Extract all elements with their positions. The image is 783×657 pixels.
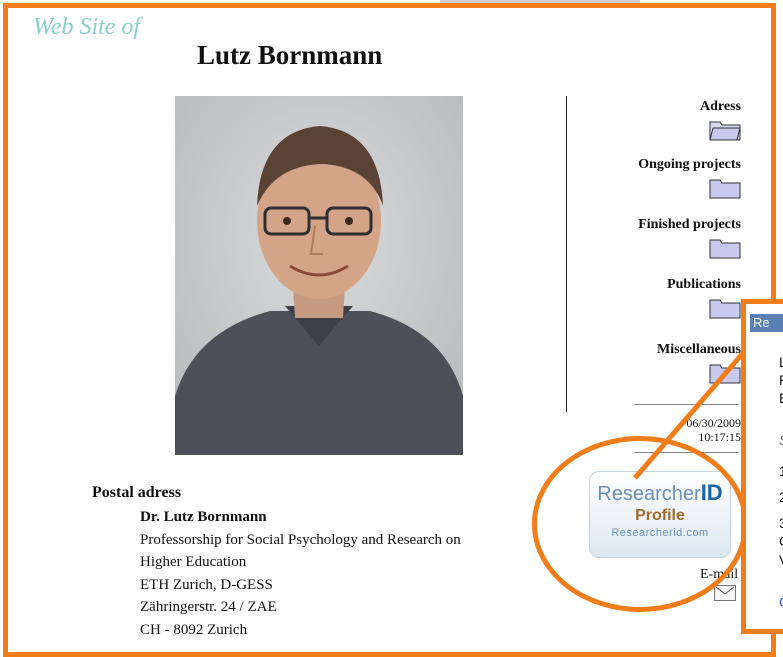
postal-heading: Postal adress [92,484,182,501]
callout-line: L [779,354,783,370]
address-line: Professorship for Social Psychology and … [140,531,461,548]
callout-line: C [779,533,783,549]
email-icon[interactable] [714,585,736,601]
nav-item-finished-projects[interactable]: Finished projects [638,217,741,259]
callout-line: 2 [779,489,783,505]
site-label: Web Site of [33,14,141,40]
callout-header: Re [750,314,783,332]
folder-icon [709,239,741,259]
folder-icon [709,179,741,199]
postal-address: Dr. Lutz Bornmann Professorship for Soci… [140,506,461,641]
callout-line: P [779,372,783,388]
callout-line: 3 [779,515,783,531]
envelope-icon [715,586,735,595]
zoom-callout: Re L P E S 1 2 3 C V G [741,299,783,634]
callout-link[interactable]: G [779,594,783,610]
callout-line: S [779,432,783,448]
address-line: CH - 8092 Zurich [140,621,248,638]
nav-item-label: Finished projects [638,217,741,232]
nav-item-label: Ongoing projects [638,157,741,172]
portrait-image [175,96,463,455]
nav-item-label: Publications [667,277,741,292]
callout-line: V [779,552,783,568]
nav-item-ongoing-projects[interactable]: Ongoing projects [638,157,741,199]
profile-photo [175,96,463,455]
nav-item-adress[interactable]: Adress [700,99,741,141]
callout-line: E [779,390,783,406]
page-title: Lutz Bornmann [197,40,383,70]
divider-vertical [566,96,567,412]
address-line: Zähringerstr. 24 / ZAE [140,599,277,615]
callout-line: 1 [779,463,783,479]
address-line: Higher Education [140,554,247,570]
callout-header-text: Re [753,315,770,330]
postal-name: Dr. Lutz Bornmann [140,509,267,525]
folder-open-icon [709,121,741,141]
address-line: ETH Zurich, D-GESS [140,576,273,593]
nav-item-label: Adress [700,99,741,114]
